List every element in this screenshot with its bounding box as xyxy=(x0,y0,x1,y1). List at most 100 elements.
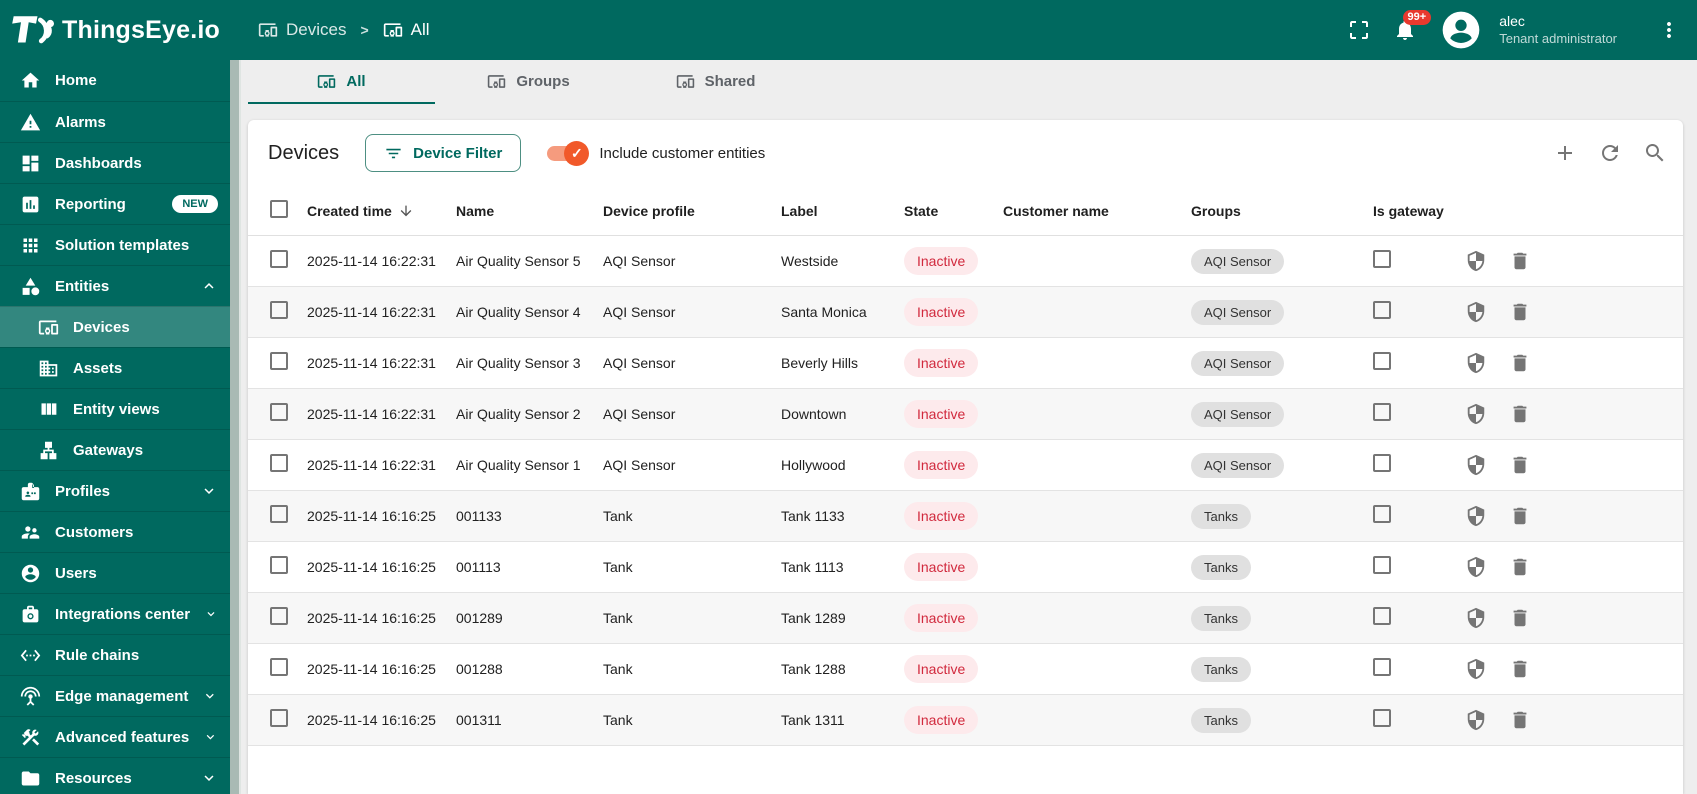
sidebar-item-users[interactable]: Users xyxy=(0,552,230,593)
sidebar-item-customers[interactable]: Customers xyxy=(0,511,230,552)
fullscreen-button[interactable] xyxy=(1345,16,1373,44)
table-row[interactable]: 2025-11-14 16:22:31 Air Quality Sensor 3 A… xyxy=(248,338,1683,389)
delete-icon[interactable] xyxy=(1509,250,1531,272)
delete-icon[interactable] xyxy=(1509,658,1531,680)
tab-shared[interactable]: Shared xyxy=(622,60,809,104)
breadcrumb-item-all[interactable]: All xyxy=(383,20,430,40)
group-chip[interactable]: Tanks xyxy=(1191,605,1251,631)
security-icon[interactable] xyxy=(1465,505,1487,527)
column-header-created-time[interactable]: Created time xyxy=(307,203,456,219)
delete-icon[interactable] xyxy=(1509,454,1531,476)
delete-icon[interactable] xyxy=(1509,556,1531,578)
row-checkbox[interactable] xyxy=(270,249,288,268)
sidebar-item-entity-views[interactable]: Entity views xyxy=(0,388,230,429)
column-header-is-gateway[interactable]: Is gateway xyxy=(1373,203,1463,219)
security-icon[interactable] xyxy=(1465,250,1487,272)
breadcrumb-item-devices[interactable]: Devices xyxy=(258,20,346,40)
add-icon[interactable] xyxy=(1553,141,1577,165)
is-gateway-checkbox[interactable] xyxy=(1373,300,1391,319)
row-checkbox[interactable] xyxy=(270,402,288,421)
security-icon[interactable] xyxy=(1465,301,1487,323)
column-header-name[interactable]: Name xyxy=(456,203,603,219)
group-chip[interactable]: Tanks xyxy=(1191,503,1251,529)
is-gateway-checkbox[interactable] xyxy=(1373,504,1391,523)
header-menu-button[interactable] xyxy=(1655,16,1683,44)
sidebar-item-profiles[interactable]: Profiles xyxy=(0,470,230,511)
group-chip[interactable]: AQI Sensor xyxy=(1191,248,1285,274)
group-chip[interactable]: Tanks xyxy=(1191,656,1251,682)
row-checkbox[interactable] xyxy=(270,657,288,676)
toggle-switch[interactable]: ✓ xyxy=(547,140,590,166)
table-row[interactable]: 2025-11-14 16:16:25 001133 Tank Tank 1133 In… xyxy=(248,491,1683,542)
group-chip[interactable]: AQI Sensor xyxy=(1191,350,1285,376)
table-row[interactable]: 2025-11-14 16:22:31 Air Quality Sensor 4 A… xyxy=(248,287,1683,338)
is-gateway-checkbox[interactable] xyxy=(1373,351,1391,370)
row-checkbox[interactable] xyxy=(270,351,288,370)
column-header-device-profile[interactable]: Device profile xyxy=(603,203,781,219)
group-chip[interactable]: AQI Sensor xyxy=(1191,401,1285,427)
sidebar-item-home[interactable]: Home xyxy=(0,60,230,101)
is-gateway-checkbox[interactable] xyxy=(1373,708,1391,727)
notifications-button[interactable]: 99+ xyxy=(1391,10,1432,44)
table-row[interactable]: 2025-11-14 16:22:31 Air Quality Sensor 2 A… xyxy=(248,389,1683,440)
sidebar-item-integrations-center[interactable]: Integrations center xyxy=(0,593,230,634)
column-header-customer-name[interactable]: Customer name xyxy=(1003,203,1191,219)
is-gateway-checkbox[interactable] xyxy=(1373,657,1391,676)
security-icon[interactable] xyxy=(1465,454,1487,476)
user-avatar[interactable] xyxy=(1441,10,1481,50)
security-icon[interactable] xyxy=(1465,709,1487,731)
table-row[interactable]: 2025-11-14 16:16:25 001113 Tank Tank 1113 In… xyxy=(248,542,1683,593)
sidebar-item-gateways[interactable]: Gateways xyxy=(0,429,230,470)
group-chip[interactable]: Tanks xyxy=(1191,554,1251,580)
sidebar-item-entities[interactable]: Entities xyxy=(0,265,230,306)
sidebar-item-devices[interactable]: Devices xyxy=(0,306,230,347)
table-row[interactable]: 2025-11-14 16:16:25 001311 Tank Tank 1311 In… xyxy=(248,695,1683,746)
delete-icon[interactable] xyxy=(1509,403,1531,425)
group-chip[interactable]: Tanks xyxy=(1191,707,1251,733)
sidebar-item-edge-management[interactable]: Edge management xyxy=(0,675,230,716)
is-gateway-checkbox[interactable] xyxy=(1373,453,1391,472)
group-chip[interactable]: AQI Sensor xyxy=(1191,299,1285,325)
sidebar-item-reporting[interactable]: Reporting NEW xyxy=(0,183,230,224)
is-gateway-checkbox[interactable] xyxy=(1373,606,1391,625)
sidebar-item-rule-chains[interactable]: Rule chains xyxy=(0,634,230,675)
table-row[interactable]: 2025-11-14 16:22:31 Air Quality Sensor 1 A… xyxy=(248,440,1683,491)
sidebar-item-dashboards[interactable]: Dashboards xyxy=(0,142,230,183)
device-filter-button[interactable]: Device Filter xyxy=(365,134,522,172)
row-checkbox[interactable] xyxy=(270,708,288,727)
security-icon[interactable] xyxy=(1465,556,1487,578)
search-icon[interactable] xyxy=(1643,141,1667,165)
column-header-state[interactable]: State xyxy=(904,203,1003,219)
security-icon[interactable] xyxy=(1465,658,1487,680)
include-customer-entities-toggle[interactable]: ✓ Include customer entities xyxy=(547,140,765,166)
security-icon[interactable] xyxy=(1465,607,1487,629)
app-logo[interactable]: ThingsEye.io xyxy=(10,11,258,49)
tab-all[interactable]: All xyxy=(248,60,435,104)
delete-icon[interactable] xyxy=(1509,505,1531,527)
column-header-label[interactable]: Label xyxy=(781,203,904,219)
is-gateway-checkbox[interactable] xyxy=(1373,555,1391,574)
refresh-icon[interactable] xyxy=(1598,141,1622,165)
column-header-groups[interactable]: Groups xyxy=(1191,203,1373,219)
sidebar-scrollbar[interactable] xyxy=(230,60,241,794)
row-checkbox[interactable] xyxy=(270,300,288,319)
delete-icon[interactable] xyxy=(1509,709,1531,731)
sidebar-item-solution-templates[interactable]: Solution templates xyxy=(0,224,230,265)
security-icon[interactable] xyxy=(1465,403,1487,425)
table-row[interactable]: 2025-11-14 16:16:25 001289 Tank Tank 1289 In… xyxy=(248,593,1683,644)
table-row[interactable]: 2025-11-14 16:22:31 Air Quality Sensor 5 A… xyxy=(248,236,1683,287)
tab-groups[interactable]: Groups xyxy=(435,60,622,104)
table-row[interactable]: 2025-11-14 16:16:25 001288 Tank Tank 1288 In… xyxy=(248,644,1683,695)
sidebar-item-advanced-features[interactable]: Advanced features xyxy=(0,716,230,757)
sidebar-item-resources[interactable]: Resources xyxy=(0,757,230,794)
row-checkbox[interactable] xyxy=(270,453,288,472)
user-info[interactable]: alec Tenant administrator xyxy=(1499,13,1617,47)
select-all-checkbox[interactable] xyxy=(270,200,288,218)
row-checkbox[interactable] xyxy=(270,504,288,523)
delete-icon[interactable] xyxy=(1509,301,1531,323)
is-gateway-checkbox[interactable] xyxy=(1373,402,1391,421)
sidebar-item-alarms[interactable]: Alarms xyxy=(0,101,230,142)
sidebar-item-assets[interactable]: Assets xyxy=(0,347,230,388)
group-chip[interactable]: AQI Sensor xyxy=(1191,452,1285,478)
row-checkbox[interactable] xyxy=(270,606,288,625)
